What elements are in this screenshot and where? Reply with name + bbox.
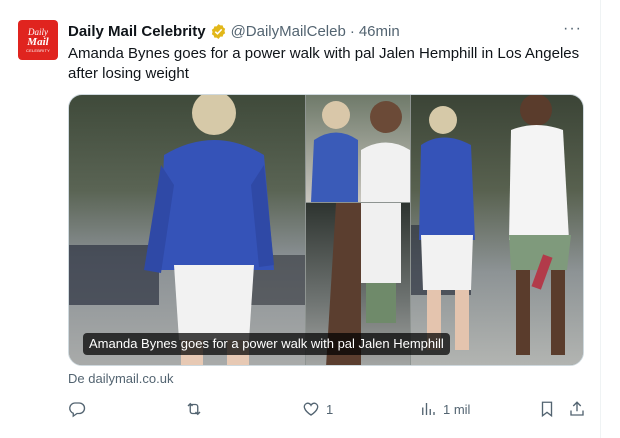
link-source[interactable]: De dailymail.co.uk	[68, 371, 174, 386]
photo-amanda-jalen-closeup	[306, 95, 410, 202]
views-button[interactable]: 1 mil	[419, 396, 470, 422]
link-card-media[interactable]: Amanda Bynes goes for a power walk with …	[68, 94, 584, 366]
tweet-header: Daily Mail Celebrity @DailyMailCeleb · 4…	[68, 20, 576, 42]
more-icon[interactable]: ···	[563, 20, 582, 38]
action-bar: 1 1 mil	[68, 396, 588, 422]
photo-amanda-walking	[69, 95, 305, 365]
separator-dot: ·	[349, 22, 355, 40]
avatar[interactable]: Daily Mail CELEBRITY	[18, 20, 58, 60]
tweet-text: Amanda Bynes goes for a power walk with …	[68, 45, 580, 82]
share-icon	[570, 401, 584, 416]
reply-icon	[69, 402, 86, 418]
tweet[interactable]: Daily Mail CELEBRITY Daily Mail Celebrit…	[0, 0, 601, 438]
retweet-button[interactable]	[185, 396, 209, 422]
display-name[interactable]: Daily Mail Celebrity	[68, 23, 206, 40]
bookmark-icon	[541, 401, 553, 418]
media-caption: Amanda Bynes goes for a power walk with …	[83, 333, 450, 355]
avatar-logo-line2: Mail	[27, 35, 49, 48]
handle[interactable]: @DailyMailCeleb	[231, 23, 346, 40]
retweet-icon	[187, 402, 201, 416]
verified-badge-icon	[211, 23, 225, 39]
views-icon	[422, 403, 435, 415]
share-button[interactable]	[568, 396, 586, 422]
like-button[interactable]: 1	[302, 396, 333, 422]
reply-button[interactable]	[68, 396, 92, 422]
timestamp[interactable]: 46min	[359, 23, 400, 40]
like-icon	[303, 402, 319, 416]
like-count: 1	[326, 401, 334, 417]
avatar-logo-line3: CELEBRITY	[25, 47, 51, 53]
views-count: 1 mil	[443, 401, 471, 417]
bookmark-button[interactable]	[538, 396, 556, 422]
photo-amanda-jalen-full	[411, 95, 583, 365]
